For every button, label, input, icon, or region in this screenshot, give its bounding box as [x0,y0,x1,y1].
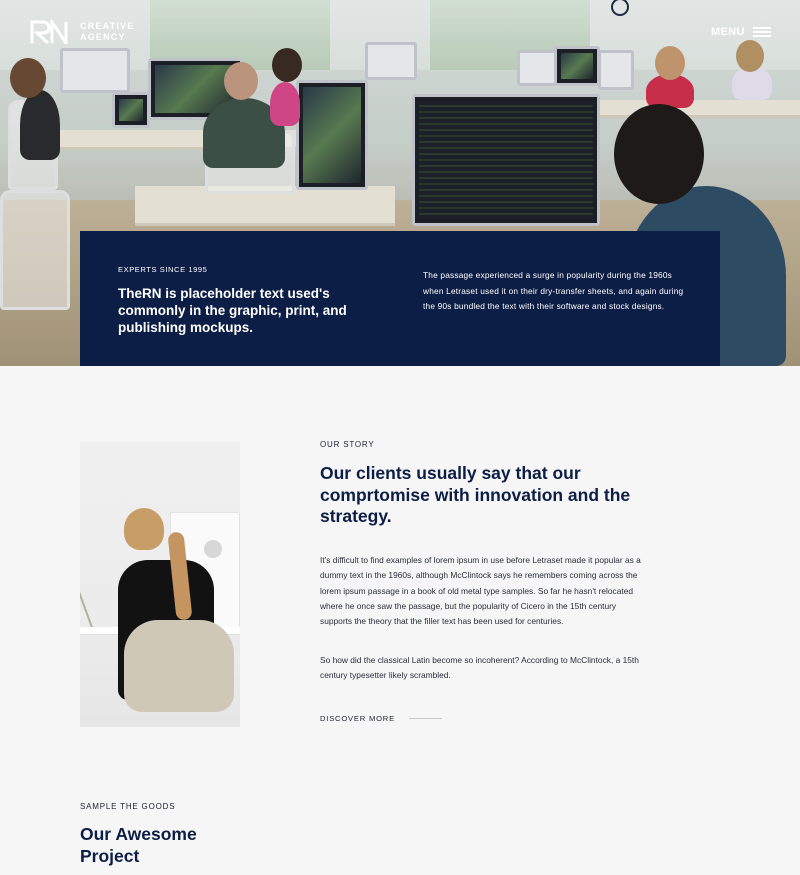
intro-panel: EXPERTS SINCE 1995 TheRN is placeholder … [80,231,720,366]
hamburger-icon [752,27,771,37]
projects-eyebrow: SAMPLE THE GOODS [80,802,176,811]
brand-logo[interactable]: CREATIVE AGENCY [30,17,134,48]
projects-section: SAMPLE THE GOODS Our Awesome Project [80,802,240,867]
menu-button[interactable]: MENU [711,26,771,38]
story-title: Our clients usually say that our comprto… [320,463,631,526]
brand-name-line1: CREATIVE [80,21,135,31]
discover-more-link[interactable]: DISCOVER MORE [320,714,442,723]
brand-name: CREATIVE AGENCY [80,21,134,43]
intro-headline: TheRN is placeholder text used's commonl… [118,286,347,335]
story-paragraph: So how did the classical Latin become so… [320,655,639,681]
intro-description: The passage experienced a surge in popul… [423,270,684,311]
brand-name-line2: AGENCY [80,32,126,42]
story-image [80,442,240,727]
projects-title: Our Awesome Project [80,824,197,866]
hero-section: CREATIVE AGENCY MENU EXPERTS SINCE 1995 … [0,0,800,366]
story-eyebrow: OUR STORY [320,440,375,449]
story-paragraph: It's difficult to find examples of lorem… [320,555,641,627]
logo-mark-icon [30,17,74,48]
link-underline [408,718,442,719]
intro-eyebrow: EXPERTS SINCE 1995 [118,265,208,274]
discover-more-label: DISCOVER MORE [320,714,395,723]
story-section: OUR STORY Our clients usually say that o… [320,440,650,723]
menu-label: MENU [711,26,745,38]
